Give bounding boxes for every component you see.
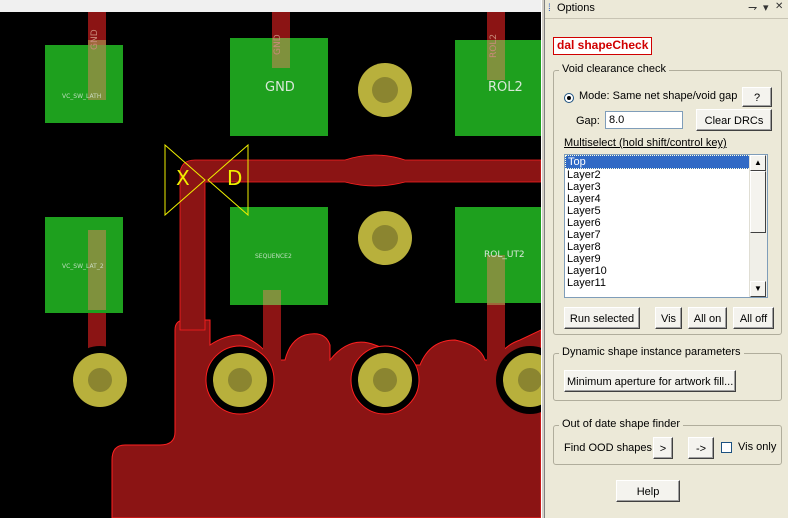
via-hole <box>372 225 398 251</box>
layer-scrollbar[interactable]: ▲ ▼ <box>749 155 767 297</box>
ood-next-button[interactable]: > <box>653 437 673 459</box>
ood-jump-button[interactable]: -> <box>688 437 714 459</box>
layer-list-item[interactable]: Layer9 <box>565 253 767 265</box>
vis-only-checkbox[interactable] <box>721 442 732 453</box>
layer-list-item[interactable]: Top <box>565 155 767 169</box>
scroll-thumb[interactable] <box>750 171 766 233</box>
panel-title: Options <box>557 2 595 14</box>
via-hole <box>518 368 541 392</box>
layer-list-item[interactable]: Layer4 <box>565 193 767 205</box>
pcb-canvas[interactable]: GND ROL2 ROL_UT2 VC_SW_LATH VC_SW_LAT_2 … <box>0 0 541 518</box>
multiselect-label: Multiselect (hold shift/control key) <box>564 137 727 149</box>
grip-icon[interactable]: ⁞ <box>548 4 551 14</box>
menu-icon[interactable]: ▾ <box>763 1 769 14</box>
trace-label: GND <box>273 34 283 55</box>
layer-list-item[interactable]: Layer8 <box>565 241 767 253</box>
run-selected-button[interactable]: Run selected <box>564 307 640 329</box>
mode-radio[interactable] <box>564 93 574 103</box>
gap-input[interactable]: 8.0 <box>605 111 683 129</box>
pin-icon[interactable]: ⇁ <box>748 1 757 14</box>
min-aperture-button[interactable]: Minimum aperture for artwork fill... <box>564 370 736 392</box>
gap-label: Gap: <box>576 115 600 127</box>
pad-label-small: VC_SW_LAT_2 <box>62 263 104 270</box>
help-question-button[interactable]: ? <box>742 87 772 107</box>
pad-label-small: SEQUENCE2 <box>255 253 292 260</box>
scroll-down-arrow[interactable]: ▼ <box>750 281 766 297</box>
via-hole <box>88 368 112 392</box>
help-button[interactable]: Help <box>616 480 680 502</box>
trace-overlay <box>263 290 281 305</box>
app-title-label: dal shapeCheck <box>553 37 653 55</box>
panel-titlebar: ⁞ Options ⇁ ▾ ✕ <box>545 0 788 19</box>
layer-list-item[interactable]: Layer7 <box>565 229 767 241</box>
mode-label: Mode: Same net shape/void gap <box>579 90 738 102</box>
close-icon[interactable]: ✕ <box>775 1 783 12</box>
trace-label: GND <box>90 29 100 50</box>
layer-list-item[interactable]: Layer11 <box>565 277 767 289</box>
vis-only-label: Vis only <box>738 441 777 453</box>
via-hole <box>228 368 252 392</box>
all-off-button[interactable]: All off <box>733 307 774 329</box>
ood-title: Out of date shape finder <box>559 418 684 430</box>
scroll-up-arrow[interactable]: ▲ <box>750 155 766 171</box>
dynamic-shape-title: Dynamic shape instance parameters <box>559 346 744 358</box>
clear-drcs-button[interactable]: Clear DRCs <box>696 109 772 131</box>
vis-button[interactable]: Vis <box>655 307 682 329</box>
pad-label-rol-ut2: ROL_UT2 <box>484 250 525 260</box>
pad-label-rol2: ROL2 <box>488 80 523 95</box>
via-hole <box>373 368 397 392</box>
pad-label-gnd: GND <box>265 80 295 95</box>
trace-overlay <box>487 255 505 305</box>
layer-list-item[interactable]: Layer10 <box>565 265 767 277</box>
all-on-button[interactable]: All on <box>688 307 727 329</box>
trace-overlay <box>88 230 106 310</box>
canvas-top-strip <box>0 0 541 12</box>
trace-label: ROL2 <box>489 33 499 58</box>
options-panel: ⁞ Options ⇁ ▾ ✕ dal shapeCheck Void clea… <box>545 0 788 518</box>
layer-list-item[interactable]: Layer3 <box>565 181 767 193</box>
layer-list-item[interactable]: Layer5 <box>565 205 767 217</box>
find-ood-label: Find OOD shapes <box>564 442 653 454</box>
layer-list-item[interactable]: Layer2 <box>565 169 767 181</box>
layer-list: Top Layer2 Layer3 Layer4 Layer5 Layer6 Layer7 L… <box>565 155 767 289</box>
drc-glyph-x: X <box>176 166 190 190</box>
pad <box>45 45 123 123</box>
void-clearance-title: Void clearance check <box>559 63 669 75</box>
via-hole <box>372 77 398 103</box>
pad-label-small: VC_SW_LATH <box>62 93 102 100</box>
copper-pour <box>111 319 541 518</box>
drc-glyph-d: D <box>227 166 243 190</box>
layer-list-item[interactable]: Layer6 <box>565 217 767 229</box>
layer-listbox[interactable]: Top Layer2 Layer3 Layer4 Layer5 Layer6 Layer7 L… <box>564 154 768 298</box>
